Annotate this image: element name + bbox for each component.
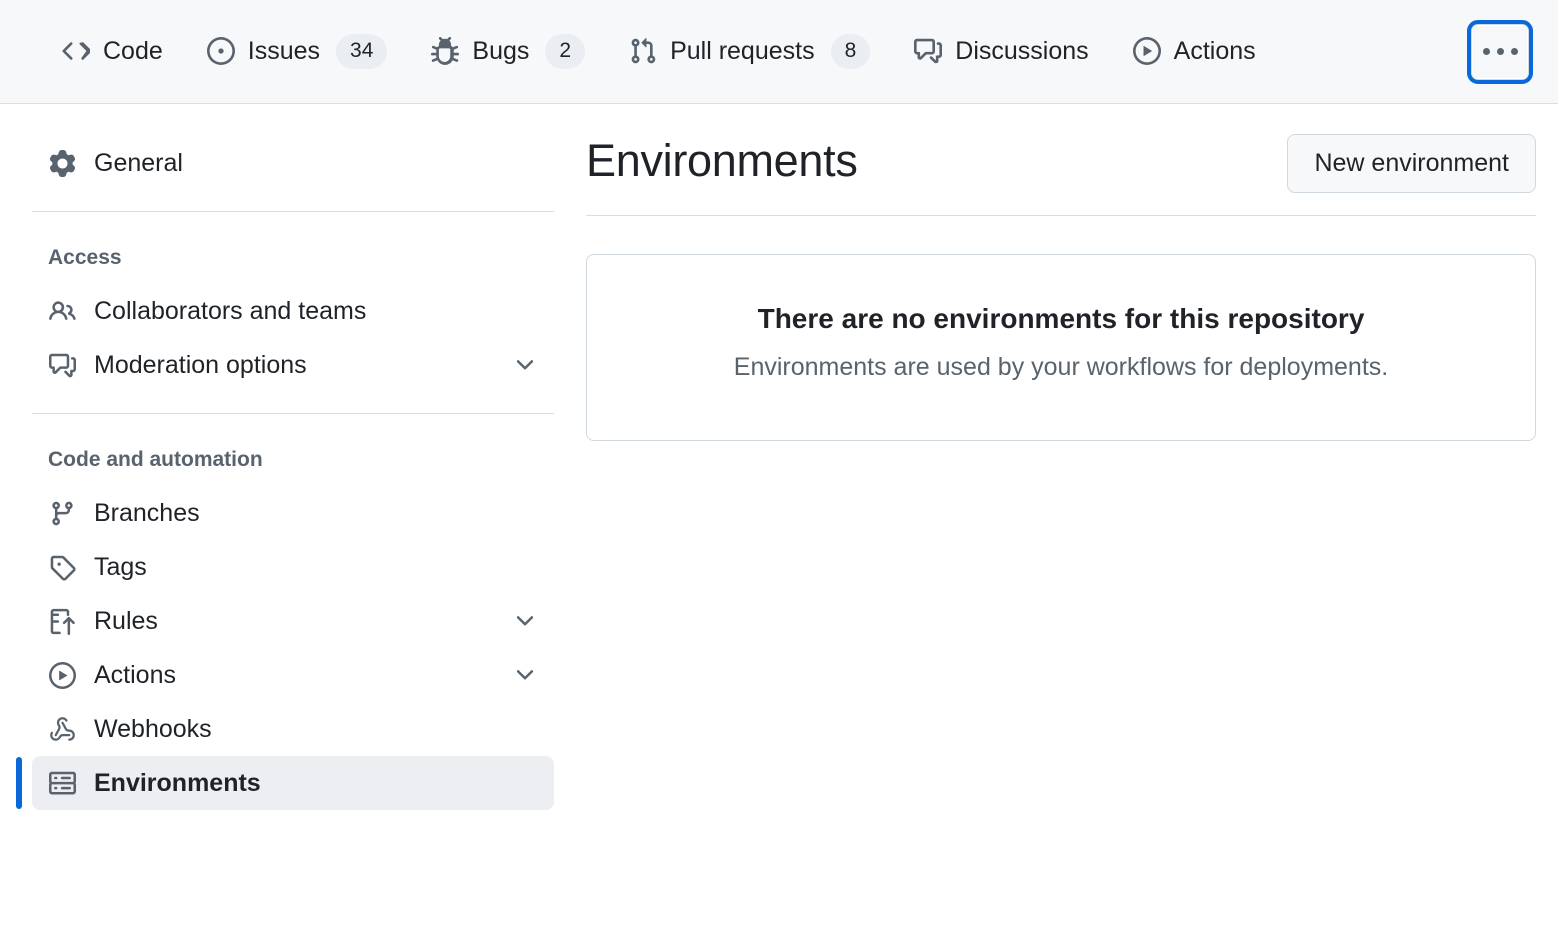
page-header: Environments New environment [586, 134, 1536, 216]
play-circle-icon [48, 661, 76, 689]
sidebar-item-label: Collaborators and teams [94, 297, 367, 325]
nav-item-actions[interactable]: Actions [1111, 27, 1278, 75]
environments-blankslate: There are no environments for this repos… [586, 254, 1536, 441]
sidebar-item-webhooks[interactable]: Webhooks [32, 702, 554, 756]
sidebar-item-label: Branches [94, 499, 200, 527]
sidebar-item-rules[interactable]: Rules [32, 594, 554, 648]
sidebar-item-branches[interactable]: Branches [32, 486, 554, 540]
comment-discussion-icon [48, 352, 76, 379]
page-title: Environments [586, 135, 858, 186]
chevron-down-icon[interactable] [512, 352, 538, 378]
sidebar-item-label: Webhooks [94, 715, 212, 743]
chevron-down-icon[interactable] [512, 608, 538, 634]
git-pull-request-icon [629, 37, 657, 65]
issue-opened-icon [206, 37, 235, 66]
bugs-counter: 2 [545, 34, 586, 69]
sidebar-item-label: Moderation options [94, 351, 307, 379]
sidebar-item-label: Tags [94, 553, 147, 581]
pull-requests-counter: 8 [830, 34, 871, 69]
nav-item-label: Pull requests [670, 36, 815, 65]
nav-item-label: Discussions [955, 36, 1089, 65]
comment-discussion-icon [914, 37, 943, 65]
nav-item-label: Issues [247, 36, 321, 65]
issues-counter: 34 [336, 34, 388, 69]
sidebar-item-collaborators-and-teams[interactable]: Collaborators and teams [32, 284, 554, 338]
blankslate-heading: There are no environments for this repos… [757, 303, 1365, 334]
nav-item-label: Actions [1173, 36, 1256, 65]
main-content: Environments New environment There are n… [586, 104, 1558, 928]
nav-item-bugs[interactable]: Bugs 2 [409, 24, 607, 78]
sidebar-item-label: Actions [94, 661, 176, 689]
code-icon [62, 37, 90, 65]
sidebar-item-label: Rules [94, 607, 158, 635]
file-upload-icon [48, 608, 76, 635]
bug-icon [431, 37, 460, 66]
tag-icon [48, 554, 76, 581]
sidebar-divider [32, 211, 554, 212]
git-branch-icon [48, 500, 76, 527]
nav-item-code[interactable]: Code [40, 27, 185, 75]
kebab-dot [1496, 48, 1504, 55]
nav-item-label: Code [103, 36, 163, 65]
nav-item-discussions[interactable]: Discussions [892, 27, 1110, 75]
webhook-icon [48, 716, 76, 743]
sidebar-group-title-code-and-automation: Code and automation [48, 448, 263, 471]
play-circle-icon [1132, 37, 1161, 66]
sidebar-item-tags[interactable]: Tags [32, 540, 554, 594]
sidebar-item-label: Environments [94, 769, 261, 797]
sidebar-item-label: General [94, 149, 183, 177]
nav-item-issues[interactable]: Issues 34 [185, 24, 410, 78]
sidebar-divider [32, 413, 554, 414]
repository-nav-bar: Code Issues 34 Bugs 2 Pull requests 8 Di… [0, 0, 1558, 104]
nav-item-label: Bugs [472, 36, 530, 65]
sidebar-group-title-access: Access [48, 246, 122, 269]
selected-indicator [16, 757, 22, 809]
sidebar-item-environments[interactable]: Environments [16, 756, 554, 810]
people-icon [48, 298, 76, 325]
page-layout: General Access Collaborators and teams M… [0, 104, 1558, 928]
settings-sidebar: General Access Collaborators and teams M… [0, 104, 586, 928]
kebab-dot [1510, 48, 1518, 55]
kebab-horizontal-icon[interactable] [1467, 19, 1533, 84]
nav-item-pull-requests[interactable]: Pull requests 8 [607, 24, 892, 78]
sidebar-item-general[interactable]: General [32, 136, 554, 190]
sidebar-item-moderation-options[interactable]: Moderation options [32, 338, 554, 392]
sidebar-item-actions[interactable]: Actions [32, 648, 554, 702]
nav-items: Code Issues 34 Bugs 2 Pull requests 8 Di… [40, 24, 1470, 78]
gear-icon [48, 149, 76, 177]
blankslate-description: Environments are used by your workflows … [733, 353, 1389, 382]
server-icon [48, 770, 76, 797]
kebab-dot [1482, 48, 1490, 55]
new-environment-button[interactable]: New environment [1287, 134, 1536, 193]
chevron-down-icon[interactable] [512, 662, 538, 688]
